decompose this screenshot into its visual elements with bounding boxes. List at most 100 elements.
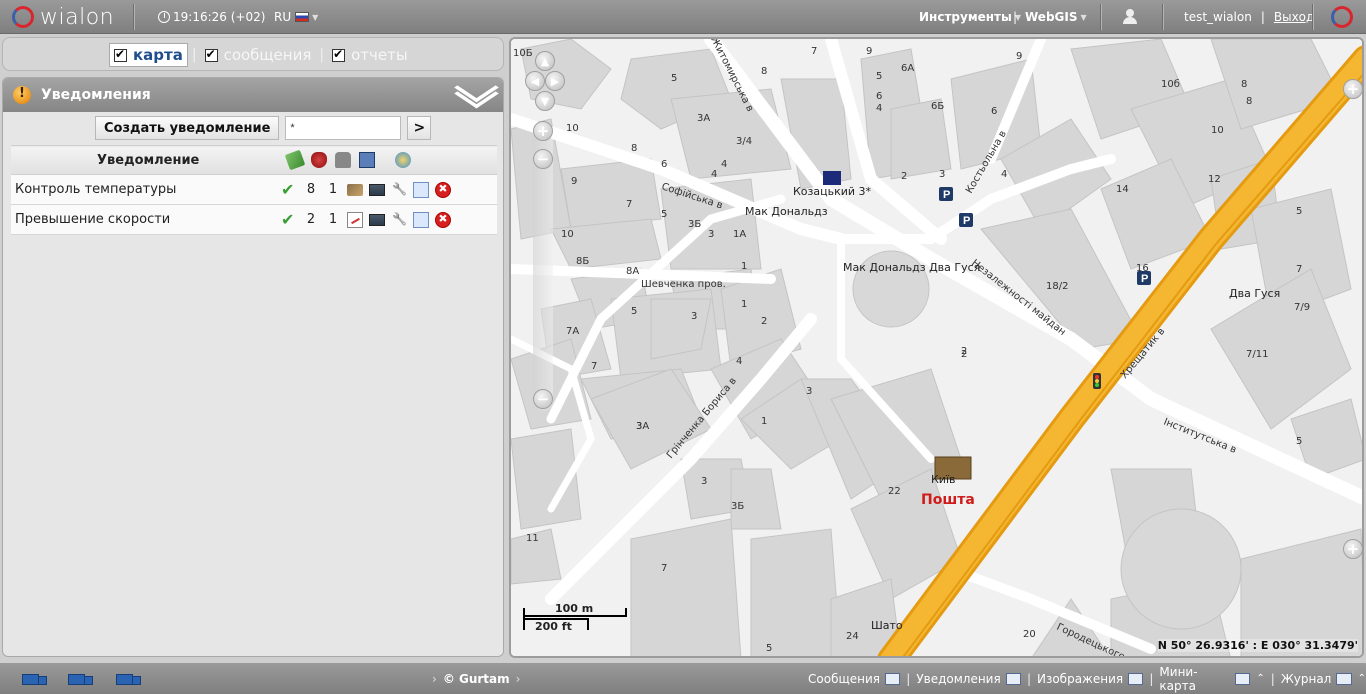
logout-link[interactable]: Выход [1274,10,1314,24]
notification-filter-input[interactable] [285,116,402,140]
unit-names-button[interactable] [68,663,93,694]
minimap-link[interactable]: Мини-карта [1159,665,1230,693]
user-settings-button[interactable] [1122,0,1138,34]
notification-popup-icon[interactable] [1005,672,1021,685]
copy-icon[interactable] [413,211,429,228]
house-number-label: 8 [631,143,637,154]
table-row[interactable]: Превышение скорости 2 1 [11,204,497,235]
house-number-label: 3 [708,229,714,240]
journal-link[interactable]: Журнал [1281,672,1332,686]
tab-map-label: карта [133,46,183,64]
house-number-label: 3/4 [736,136,752,147]
house-number-label: 9 [866,46,872,57]
house-number-label: 10 [1211,125,1224,136]
notification-name[interactable]: Контроль температуры [11,174,281,205]
post-office-label[interactable]: Пошта [921,492,975,508]
house-number-label: 4 [736,356,742,367]
hotel-icon[interactable] [823,171,841,185]
pan-up-icon[interactable]: ▲ [535,51,555,71]
webgis-menu[interactable]: WebGIS ▼ [1025,0,1087,34]
poi-label[interactable]: Два Гуся [1229,287,1280,300]
expand-panel-icon[interactable]: + [1343,79,1362,99]
wialon-logo[interactable]: wialon [12,0,114,34]
tab-separator: | [191,47,197,63]
tools-menu[interactable]: Инструменты ▼ [919,0,1021,34]
house-number-label: 3 [701,476,707,487]
house-number-label: 7А [566,326,579,337]
notifications-panel: Уведомления Создать уведомление > Уведом… [2,77,504,657]
poi-label[interactable]: Київ [931,473,956,486]
notification-name[interactable]: Превышение скорости [11,204,281,235]
chevron-down-icon: ▼ [312,12,319,22]
zoom-slider[interactable] [533,131,553,411]
tab-map[interactable]: карта [109,43,188,67]
delete-icon[interactable] [435,181,451,198]
zoom-slider-handle[interactable]: − [533,149,553,169]
pan-left-icon[interactable]: ◀ [525,71,545,91]
truck-arrow-icon [116,672,141,686]
expand-up-icon[interactable]: ⌃ [1256,673,1264,684]
house-number-label: 4 [711,169,717,180]
house-number-label: 3Б [731,501,744,512]
pan-right-icon[interactable]: ▶ [545,71,565,91]
expand-up-icon[interactable]: ⌃ [1358,673,1366,684]
notifications-link[interactable]: Уведомления [916,672,1000,686]
house-number-label: 20 [1023,629,1036,640]
house-number-label: 9 [1016,51,1022,62]
house-number-label: 3А [697,113,710,124]
enabled-check-icon[interactable] [281,210,297,229]
journal-icon[interactable] [1336,672,1352,685]
actions-count: 1 [328,212,338,227]
copy-icon[interactable] [413,181,429,198]
tab-messages-checkbox[interactable] [204,47,218,62]
username: test_wialon [1184,10,1252,24]
tab-reports-checkbox[interactable] [332,47,346,62]
poi-label[interactable]: Мак Дональдз [745,205,828,218]
units-monitoring-button[interactable] [22,663,47,694]
tab-messages[interactable]: сообщения [201,43,316,67]
map-pan-control[interactable]: ▲ ◀ ▶ ▼ [525,51,565,111]
minimap-icon[interactable] [1235,672,1251,685]
house-number-label: 12 [1208,174,1221,185]
collapse-panel-icon[interactable] [463,85,493,105]
unit-tracking-button[interactable] [116,663,141,694]
zoom-in-icon[interactable]: + [533,121,553,141]
tab-reports[interactable]: отчеты [328,43,412,67]
table-row[interactable]: Контроль температуры 8 1 [11,174,497,205]
pan-down-icon[interactable]: ▼ [535,91,555,111]
copyright[interactable]: › © Gurtam › [432,663,520,694]
language-select[interactable]: RU ▼ [274,0,318,34]
street-label: Шевченка пров. [641,279,726,290]
sensor-type-icon [347,183,363,196]
scale-meters: 100 m [555,602,594,615]
wialon-logo-icon [12,6,34,28]
edit-wrench-icon[interactable] [391,182,407,198]
apply-filter-button[interactable]: > [407,116,432,140]
house-number-label: 5 [876,71,882,82]
poi-label[interactable]: Мак Дональдз Два Гуся [843,261,980,274]
notifications-panel-header: Уведомления [3,78,503,112]
expand-minimap-icon[interactable]: + [1343,539,1362,559]
house-number-label: 1А [733,229,746,240]
messages-link[interactable]: Сообщения [808,672,880,686]
house-number-label: 5 [661,209,667,220]
map-canvas[interactable]: Софійська в Шевченка пров. Костьольна в … [511,39,1364,658]
create-notification-button[interactable]: Создать уведомление [95,116,280,140]
top-bar: wialon 19:16:26 (+02) RU ▼ Инструменты ▼… [0,0,1366,34]
house-number-label: 5 [631,306,637,317]
image-icon[interactable] [1128,672,1144,685]
delete-icon[interactable] [435,211,451,228]
zoom-out-icon[interactable]: − [533,389,553,409]
edit-wrench-icon[interactable] [391,212,407,228]
envelope-icon[interactable] [885,672,901,685]
poi-label[interactable]: Шато [871,619,903,632]
notifications-table: Уведомление Контроль температуры 8 1 [11,145,497,235]
house-number-label: 24 [846,631,859,642]
resource-column-icon [395,152,411,168]
warning-icon [13,86,31,104]
images-link[interactable]: Изображения [1037,672,1123,686]
map-panel[interactable]: Софійська в Шевченка пров. Костьольна в … [509,37,1364,658]
enabled-check-icon[interactable] [281,180,297,199]
tab-map-checkbox[interactable] [114,47,127,62]
poi-label[interactable]: Козацький 3* [793,185,872,198]
